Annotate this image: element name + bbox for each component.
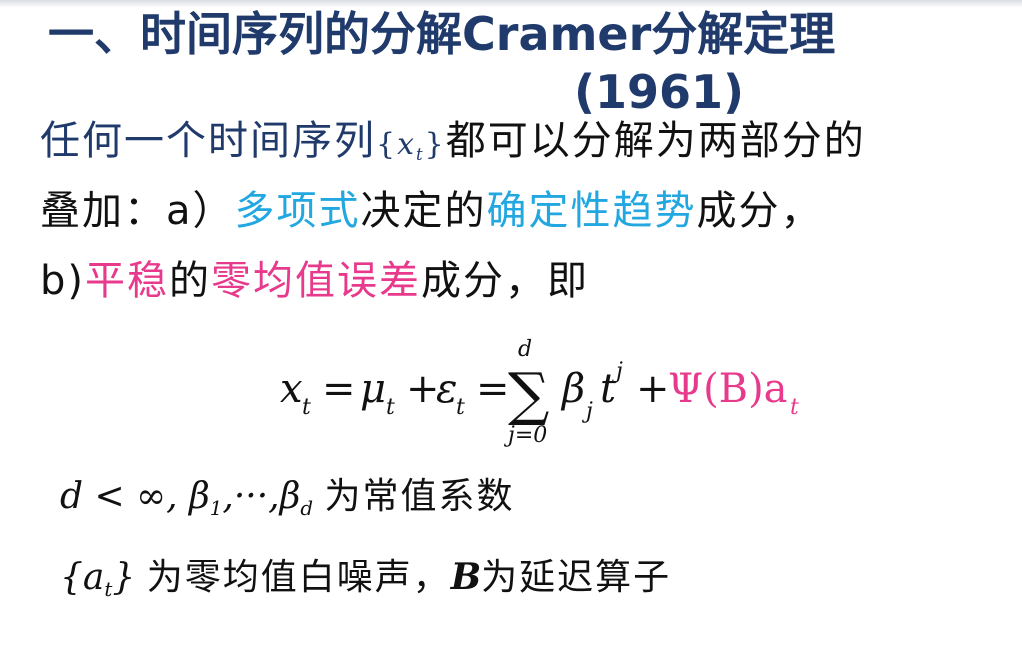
formula-eps-sub: t — [456, 395, 465, 420]
formula-x-sub: t — [302, 395, 311, 420]
text-p5: 成分， — [696, 188, 823, 234]
title-line-1: 一、时间序列的分解Cramer分解定理 — [48, 7, 836, 61]
note2-text2: 为延迟算子 — [481, 557, 672, 598]
label-b: b) — [40, 258, 85, 304]
paragraph-line-1: 任何一个时间序列{xt}都可以分解为两部分的 — [40, 118, 866, 178]
formula-eq1: = — [322, 366, 356, 412]
paragraph-line-2: 叠加：a）多项式决定的确定性趋势成分， — [40, 188, 823, 234]
note2-open: {a — [60, 557, 105, 598]
formula-sum-lower: j=0 — [503, 423, 547, 448]
text-p2: 都可以分解为两部分的 — [445, 118, 866, 164]
formula-t: t — [600, 366, 617, 412]
note2-B: B — [450, 556, 482, 598]
formula-eq2: = — [476, 366, 510, 412]
paragraph-line-3: b)平稳的零均值误差成分，即 — [40, 258, 589, 304]
text-p1: 任何一个时间序列 — [40, 118, 376, 164]
formula-eps: ε — [436, 366, 457, 412]
note1-sub1: 1 — [209, 496, 223, 520]
note1-subd: d — [300, 496, 314, 520]
text-stationary: 平稳 — [85, 258, 169, 304]
text-p7: 成分，即 — [421, 258, 589, 304]
formula-mu: μ — [360, 366, 386, 412]
formula-psi-term: Ψ(B)a — [668, 366, 788, 412]
formula-sum-upper: d — [518, 337, 532, 362]
text-p6: 的 — [169, 258, 211, 304]
formula-mu-sub: t — [386, 395, 395, 420]
formula-plus1: + — [406, 366, 440, 412]
label-a: a） — [166, 188, 235, 234]
formula-plus2: + — [636, 366, 670, 412]
note2-close: } — [112, 557, 136, 598]
decomposition-formula: x t = μ t + ε t = d ∑ j=0 β j t j + Ψ(B)… — [272, 332, 832, 450]
formula-beta: β — [560, 366, 585, 412]
note-line-1: d < ∞, β1,···,βd 为常值系数 — [60, 476, 515, 530]
note1-text: 为常值系数 — [324, 476, 515, 517]
series-symbol: {xt} — [376, 127, 446, 164]
text-p3: 叠加： — [40, 188, 166, 234]
note2-text: 为零均值白噪声， — [146, 557, 451, 598]
text-polynomial: 多项式 — [234, 188, 361, 234]
text-zero-mean-error: 零均值误差 — [211, 258, 421, 304]
title-line-2: (1961) — [574, 65, 745, 119]
note1-math: d < ∞, β — [60, 476, 210, 517]
text-p4: 决定的 — [360, 188, 487, 234]
note1-mid: ,···,β — [222, 476, 301, 517]
formula-psi-sub: t — [790, 395, 799, 420]
text-trend: 确定性趋势 — [486, 188, 697, 234]
note-line-2: {at} 为零均值白噪声，B为延迟算子 — [60, 556, 671, 611]
formula-sum: ∑ — [508, 360, 549, 428]
formula-x: x — [280, 366, 303, 412]
